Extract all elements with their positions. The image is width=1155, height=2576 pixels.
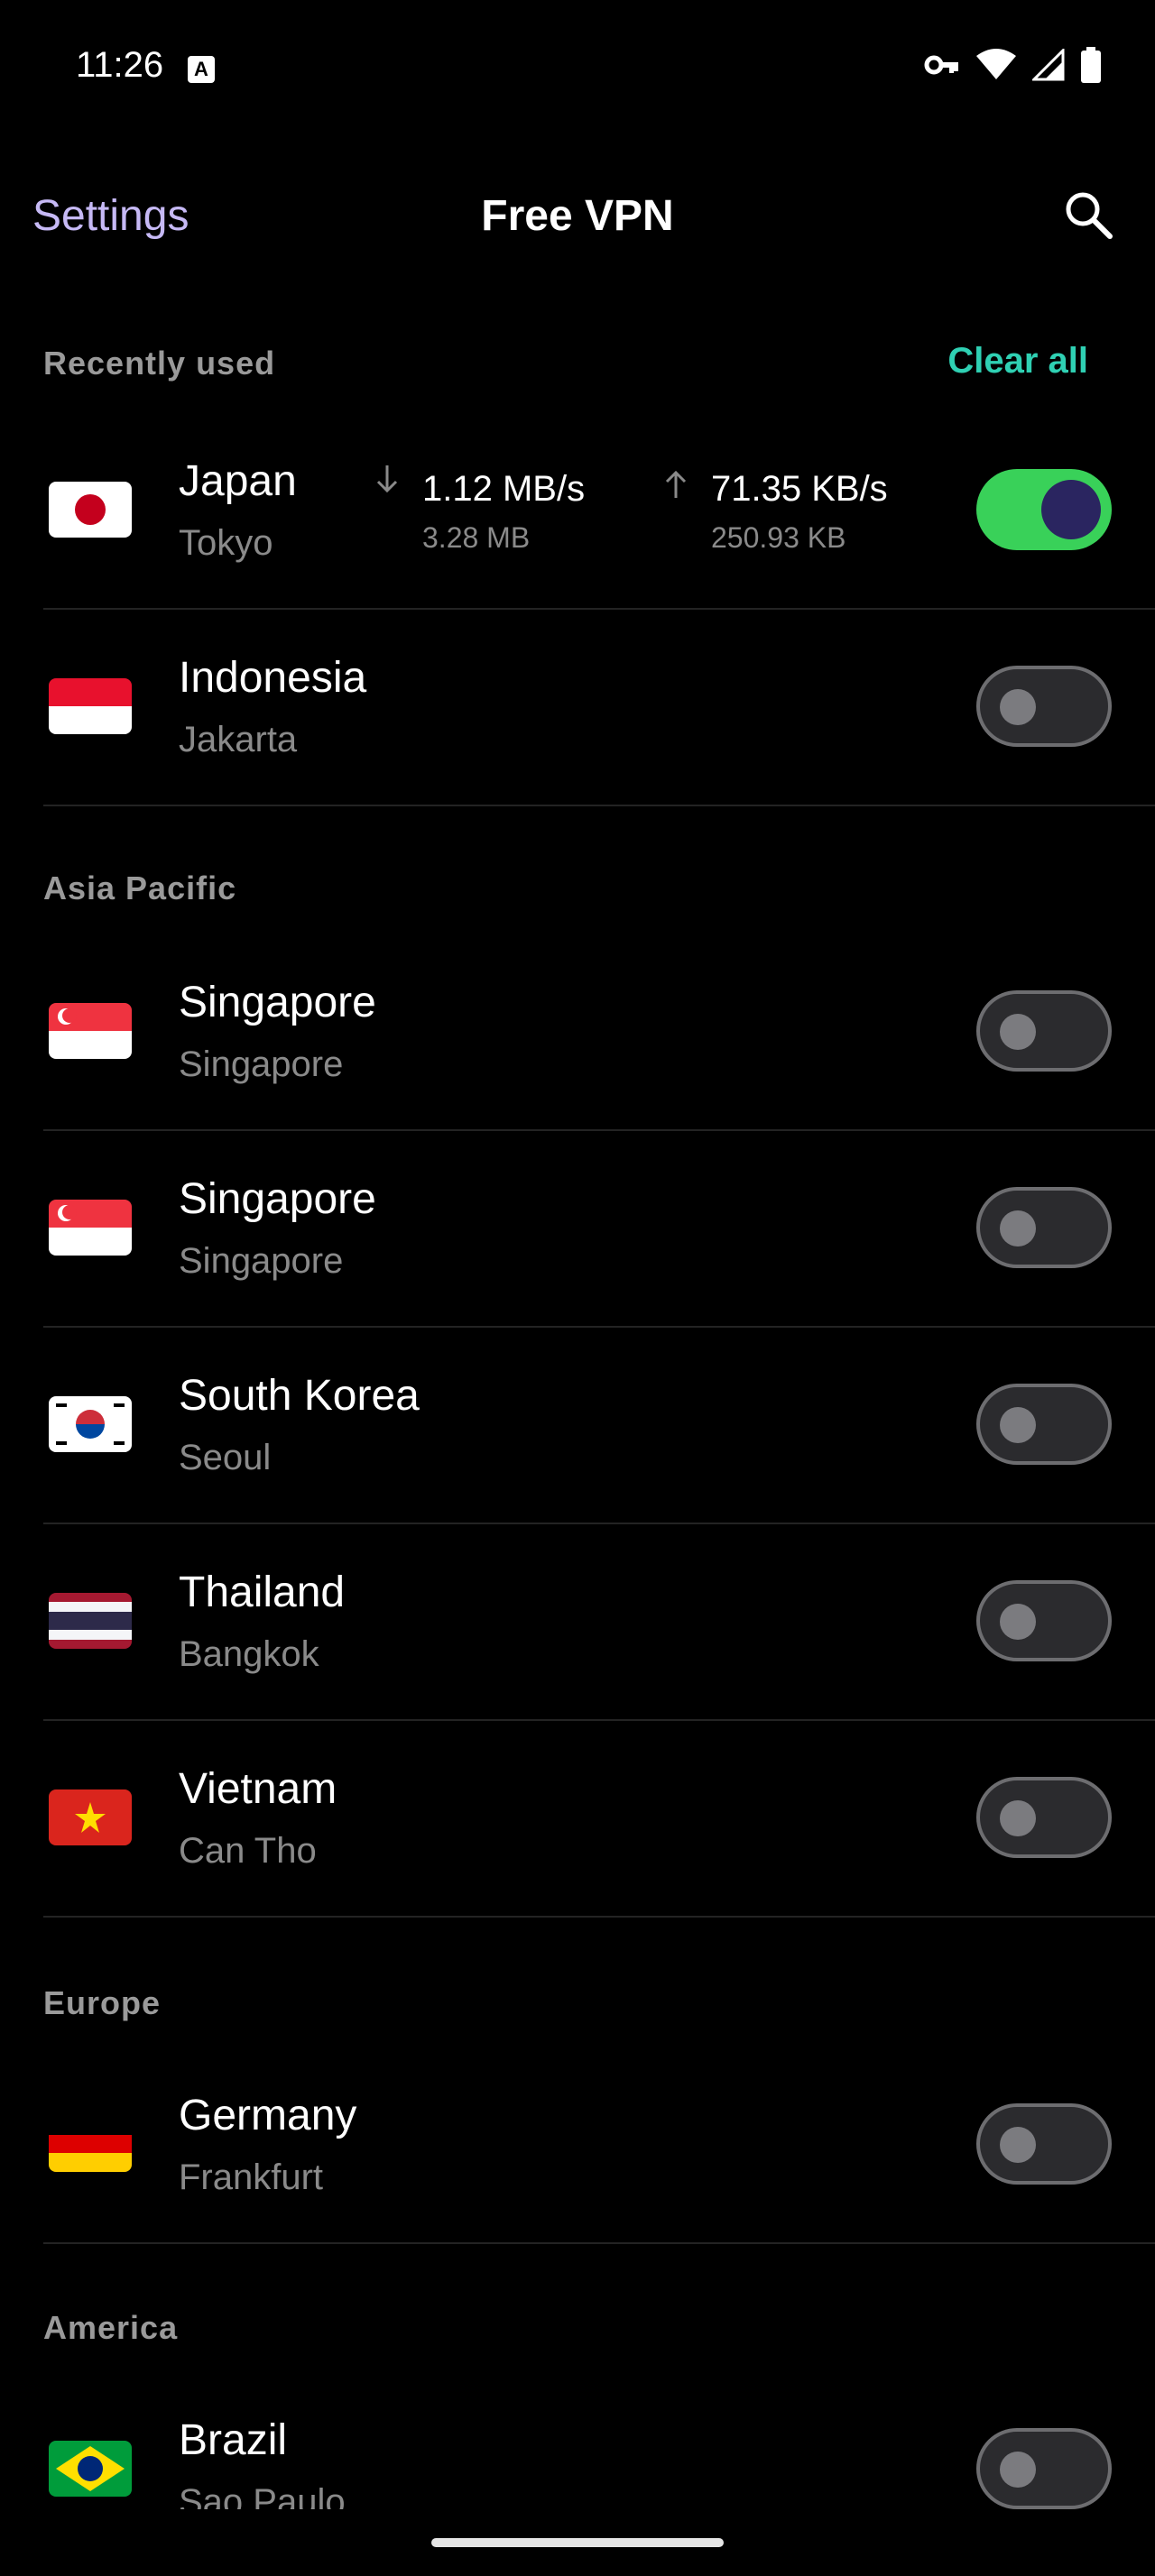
section-header-europe: Europe <box>43 1984 162 2021</box>
status-icons <box>924 47 1101 83</box>
country-name: Indonesia <box>179 654 367 702</box>
connect-toggle[interactable] <box>976 666 1112 747</box>
section-header-america: America <box>43 2309 179 2346</box>
toggle-knob <box>1000 2452 1036 2488</box>
download-arrow-icon <box>376 465 398 493</box>
country-name: Germany <box>179 2092 357 2139</box>
server-row-singapore[interactable]: Singapore Singapore <box>0 1131 1155 1328</box>
vietnam-flag <box>49 1789 132 1845</box>
status-bar: 11:26 A <box>0 0 1155 135</box>
server-row-japan[interactable]: Japan Tokyo 1.12 MB/s 3.28 MB 71.35 KB/s… <box>0 413 1155 610</box>
germany-flag <box>49 2116 132 2172</box>
server-row-indonesia[interactable]: Indonesia Jakarta <box>0 610 1155 806</box>
gesture-nav-handle[interactable] <box>431 2538 724 2547</box>
toggle-knob <box>1000 689 1036 725</box>
divider <box>43 1916 1155 1918</box>
upload-arrow-icon <box>665 470 687 498</box>
connect-toggle[interactable] <box>976 990 1112 1072</box>
toggle-knob <box>1000 1407 1036 1443</box>
city-name: Seoul <box>179 1438 272 1477</box>
keyboard-a-icon: A <box>188 56 215 83</box>
city-name: Sao Paulo <box>179 2482 346 2509</box>
divider <box>43 2242 1155 2244</box>
app-bar: Settings Free VPN <box>0 171 1155 262</box>
wifi-icon <box>976 49 1016 81</box>
status-time: 11:26 <box>76 45 164 85</box>
vpn-key-icon <box>924 51 960 78</box>
brazil-flag <box>49 2441 132 2497</box>
toggle-knob <box>1041 480 1101 539</box>
toggle-knob <box>1000 1800 1036 1836</box>
server-row-germany[interactable]: Germany Frankfurt <box>0 2047 1155 2244</box>
toggle-knob <box>1000 1604 1036 1640</box>
divider <box>43 805 1155 806</box>
city-name: Can Tho <box>179 1831 317 1871</box>
country-name: Vietnam <box>179 1765 337 1813</box>
server-row-brazil[interactable]: Brazil Sao Paulo <box>0 2372 1155 2509</box>
city-name: Singapore <box>179 1044 344 1084</box>
cell-signal-icon <box>1032 49 1065 81</box>
country-name: South Korea <box>179 1372 420 1420</box>
city-name: Frankfurt <box>179 2157 324 2197</box>
country-name: Singapore <box>179 979 376 1026</box>
upload-total: 250.93 KB <box>711 521 846 554</box>
connect-toggle[interactable] <box>976 1580 1112 1661</box>
search-icon <box>1066 192 1113 239</box>
connect-toggle[interactable] <box>976 1187 1112 1268</box>
upload-rate: 71.35 KB/s <box>711 469 888 509</box>
thailand-flag <box>49 1593 132 1649</box>
server-row-vietnam[interactable]: Vietnam Can Tho <box>0 1721 1155 1918</box>
country-name: Japan <box>179 457 297 505</box>
indonesia-flag <box>49 678 132 734</box>
singapore-flag <box>49 1003 132 1059</box>
server-row-south-korea[interactable]: South Korea Seoul <box>0 1328 1155 1524</box>
connect-toggle[interactable] <box>976 1384 1112 1465</box>
toggle-knob <box>1000 1210 1036 1247</box>
section-header-recent: Recently used <box>43 345 276 382</box>
country-name: Singapore <box>179 1175 376 1223</box>
download-total: 3.28 MB <box>422 521 531 554</box>
country-name: Brazil <box>179 2416 288 2464</box>
connect-toggle[interactable] <box>976 2103 1112 2185</box>
japan-flag <box>49 482 132 538</box>
toggle-knob <box>1000 2127 1036 2163</box>
clear-all-button[interactable]: Clear all <box>947 341 1088 382</box>
city-name: Bangkok <box>179 1634 319 1674</box>
singapore-flag <box>49 1200 132 1256</box>
download-rate: 1.12 MB/s <box>422 469 586 509</box>
section-header-asia-pacific: Asia Pacific <box>43 869 237 906</box>
city-name: Jakarta <box>179 720 298 759</box>
page-title: Free VPN <box>481 192 674 240</box>
toggle-knob <box>1000 1014 1036 1050</box>
connect-toggle[interactable] <box>976 2428 1112 2509</box>
battery-icon <box>1081 47 1101 83</box>
server-row-singapore[interactable]: Singapore Singapore <box>0 934 1155 1131</box>
country-name: Thailand <box>179 1569 346 1616</box>
server-row-thailand[interactable]: Thailand Bangkok <box>0 1524 1155 1721</box>
connect-toggle[interactable] <box>976 1777 1112 1858</box>
list-clip: Brazil Sao Paulo <box>0 2372 1155 2509</box>
connect-toggle[interactable] <box>976 469 1112 550</box>
city-name: Tokyo <box>179 523 273 563</box>
search-button[interactable] <box>1061 188 1115 242</box>
south-korea-flag <box>49 1396 132 1452</box>
city-name: Singapore <box>179 1241 344 1281</box>
